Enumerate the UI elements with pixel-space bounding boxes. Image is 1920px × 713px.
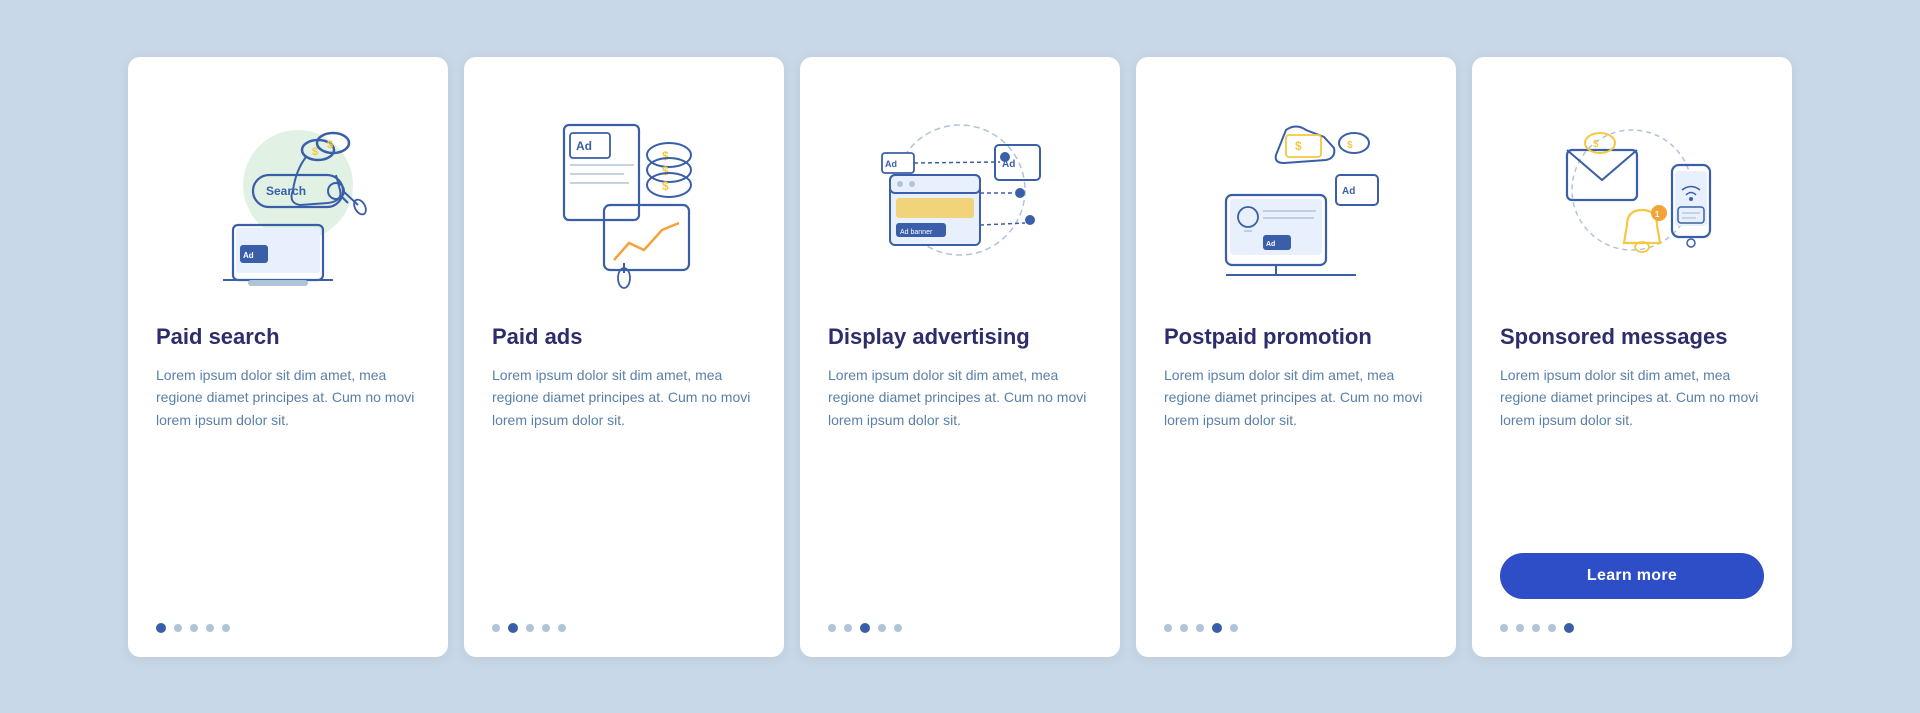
card-paid-search: $ $ Search Ad [128,57,448,657]
svg-text:Ad: Ad [1002,159,1015,170]
dot-1 [492,624,500,632]
dot-2 [1180,624,1188,632]
card-display-advertising: Ad banner Ad Ad Display advertising Lore… [800,57,1120,657]
svg-text:1: 1 [1655,210,1660,219]
dot-2 [844,624,852,632]
dot-5 [558,624,566,632]
svg-text:$: $ [1295,139,1302,153]
card-title-display-advertising: Display advertising [828,323,1030,351]
dot-3 [1196,624,1204,632]
dot-2 [1516,624,1524,632]
card-paid-ads: Ad $ $ $ Paid ads Lorem ipsum dolor sit [464,57,784,657]
card-postpaid-promotion: $ Ad Ad $ Postpa [1136,57,1456,657]
dot-1 [1164,624,1172,632]
card-title-paid-search: Paid search [156,323,280,351]
dot-2 [174,624,182,632]
dot-5 [1564,623,1574,633]
card-body-display-advertising: Lorem ipsum dolor sit dim amet, mea regi… [828,364,1092,595]
svg-text:$: $ [312,146,318,158]
dot-1 [1500,624,1508,632]
card-body-paid-ads: Lorem ipsum dolor sit dim amet, mea regi… [492,364,756,595]
card-body-postpaid-promotion: Lorem ipsum dolor sit dim amet, mea regi… [1164,364,1428,595]
svg-text:$: $ [327,139,333,151]
card-sponsored-messages: $ 1 Sponsored messages [1472,57,1792,657]
dot-5 [222,624,230,632]
svg-text:Ad: Ad [1342,186,1355,197]
illustration-paid-search: $ $ Search Ad [156,85,420,305]
svg-text:Ad: Ad [243,251,254,260]
svg-text:$: $ [1347,140,1353,151]
dot-3 [1532,624,1540,632]
learn-more-button[interactable]: Learn more [1500,553,1764,599]
dot-4 [206,624,214,632]
svg-text:Ad: Ad [1266,241,1275,248]
dots-paid-ads [492,613,566,633]
illustration-postpaid-promotion: $ Ad Ad $ [1164,85,1428,305]
svg-text:Search: Search [266,184,306,198]
illustration-paid-ads: Ad $ $ $ [492,85,756,305]
cards-container: $ $ Search Ad [0,17,1920,697]
svg-text:$: $ [662,149,669,163]
svg-text:Ad: Ad [576,139,592,153]
dot-4 [1548,624,1556,632]
illustration-display-advertising: Ad banner Ad Ad [828,85,1092,305]
dot-3 [526,624,534,632]
svg-text:Ad banner: Ad banner [900,229,933,236]
dots-postpaid-promotion [1164,613,1238,633]
dots-display-advertising [828,613,902,633]
svg-text:$: $ [662,179,669,193]
dot-2 [508,623,518,633]
dot-4 [1212,623,1222,633]
dots-paid-search [156,613,230,633]
dot-5 [894,624,902,632]
dot-4 [542,624,550,632]
dots-sponsored-messages [1500,613,1574,633]
card-title-paid-ads: Paid ads [492,323,582,351]
dot-5 [1230,624,1238,632]
illustration-sponsored-messages: $ 1 [1500,85,1764,305]
dot-3 [190,624,198,632]
svg-text:$: $ [662,164,669,178]
dot-1 [156,623,166,633]
card-body-paid-search: Lorem ipsum dolor sit dim amet, mea regi… [156,364,420,595]
dot-4 [878,624,886,632]
svg-text:Ad: Ad [885,159,897,169]
dot-3 [860,623,870,633]
card-body-sponsored-messages: Lorem ipsum dolor sit dim amet, mea regi… [1500,364,1764,523]
dot-1 [828,624,836,632]
card-title-sponsored-messages: Sponsored messages [1500,323,1727,351]
card-title-postpaid-promotion: Postpaid promotion [1164,323,1372,351]
svg-text:$: $ [1593,139,1599,150]
